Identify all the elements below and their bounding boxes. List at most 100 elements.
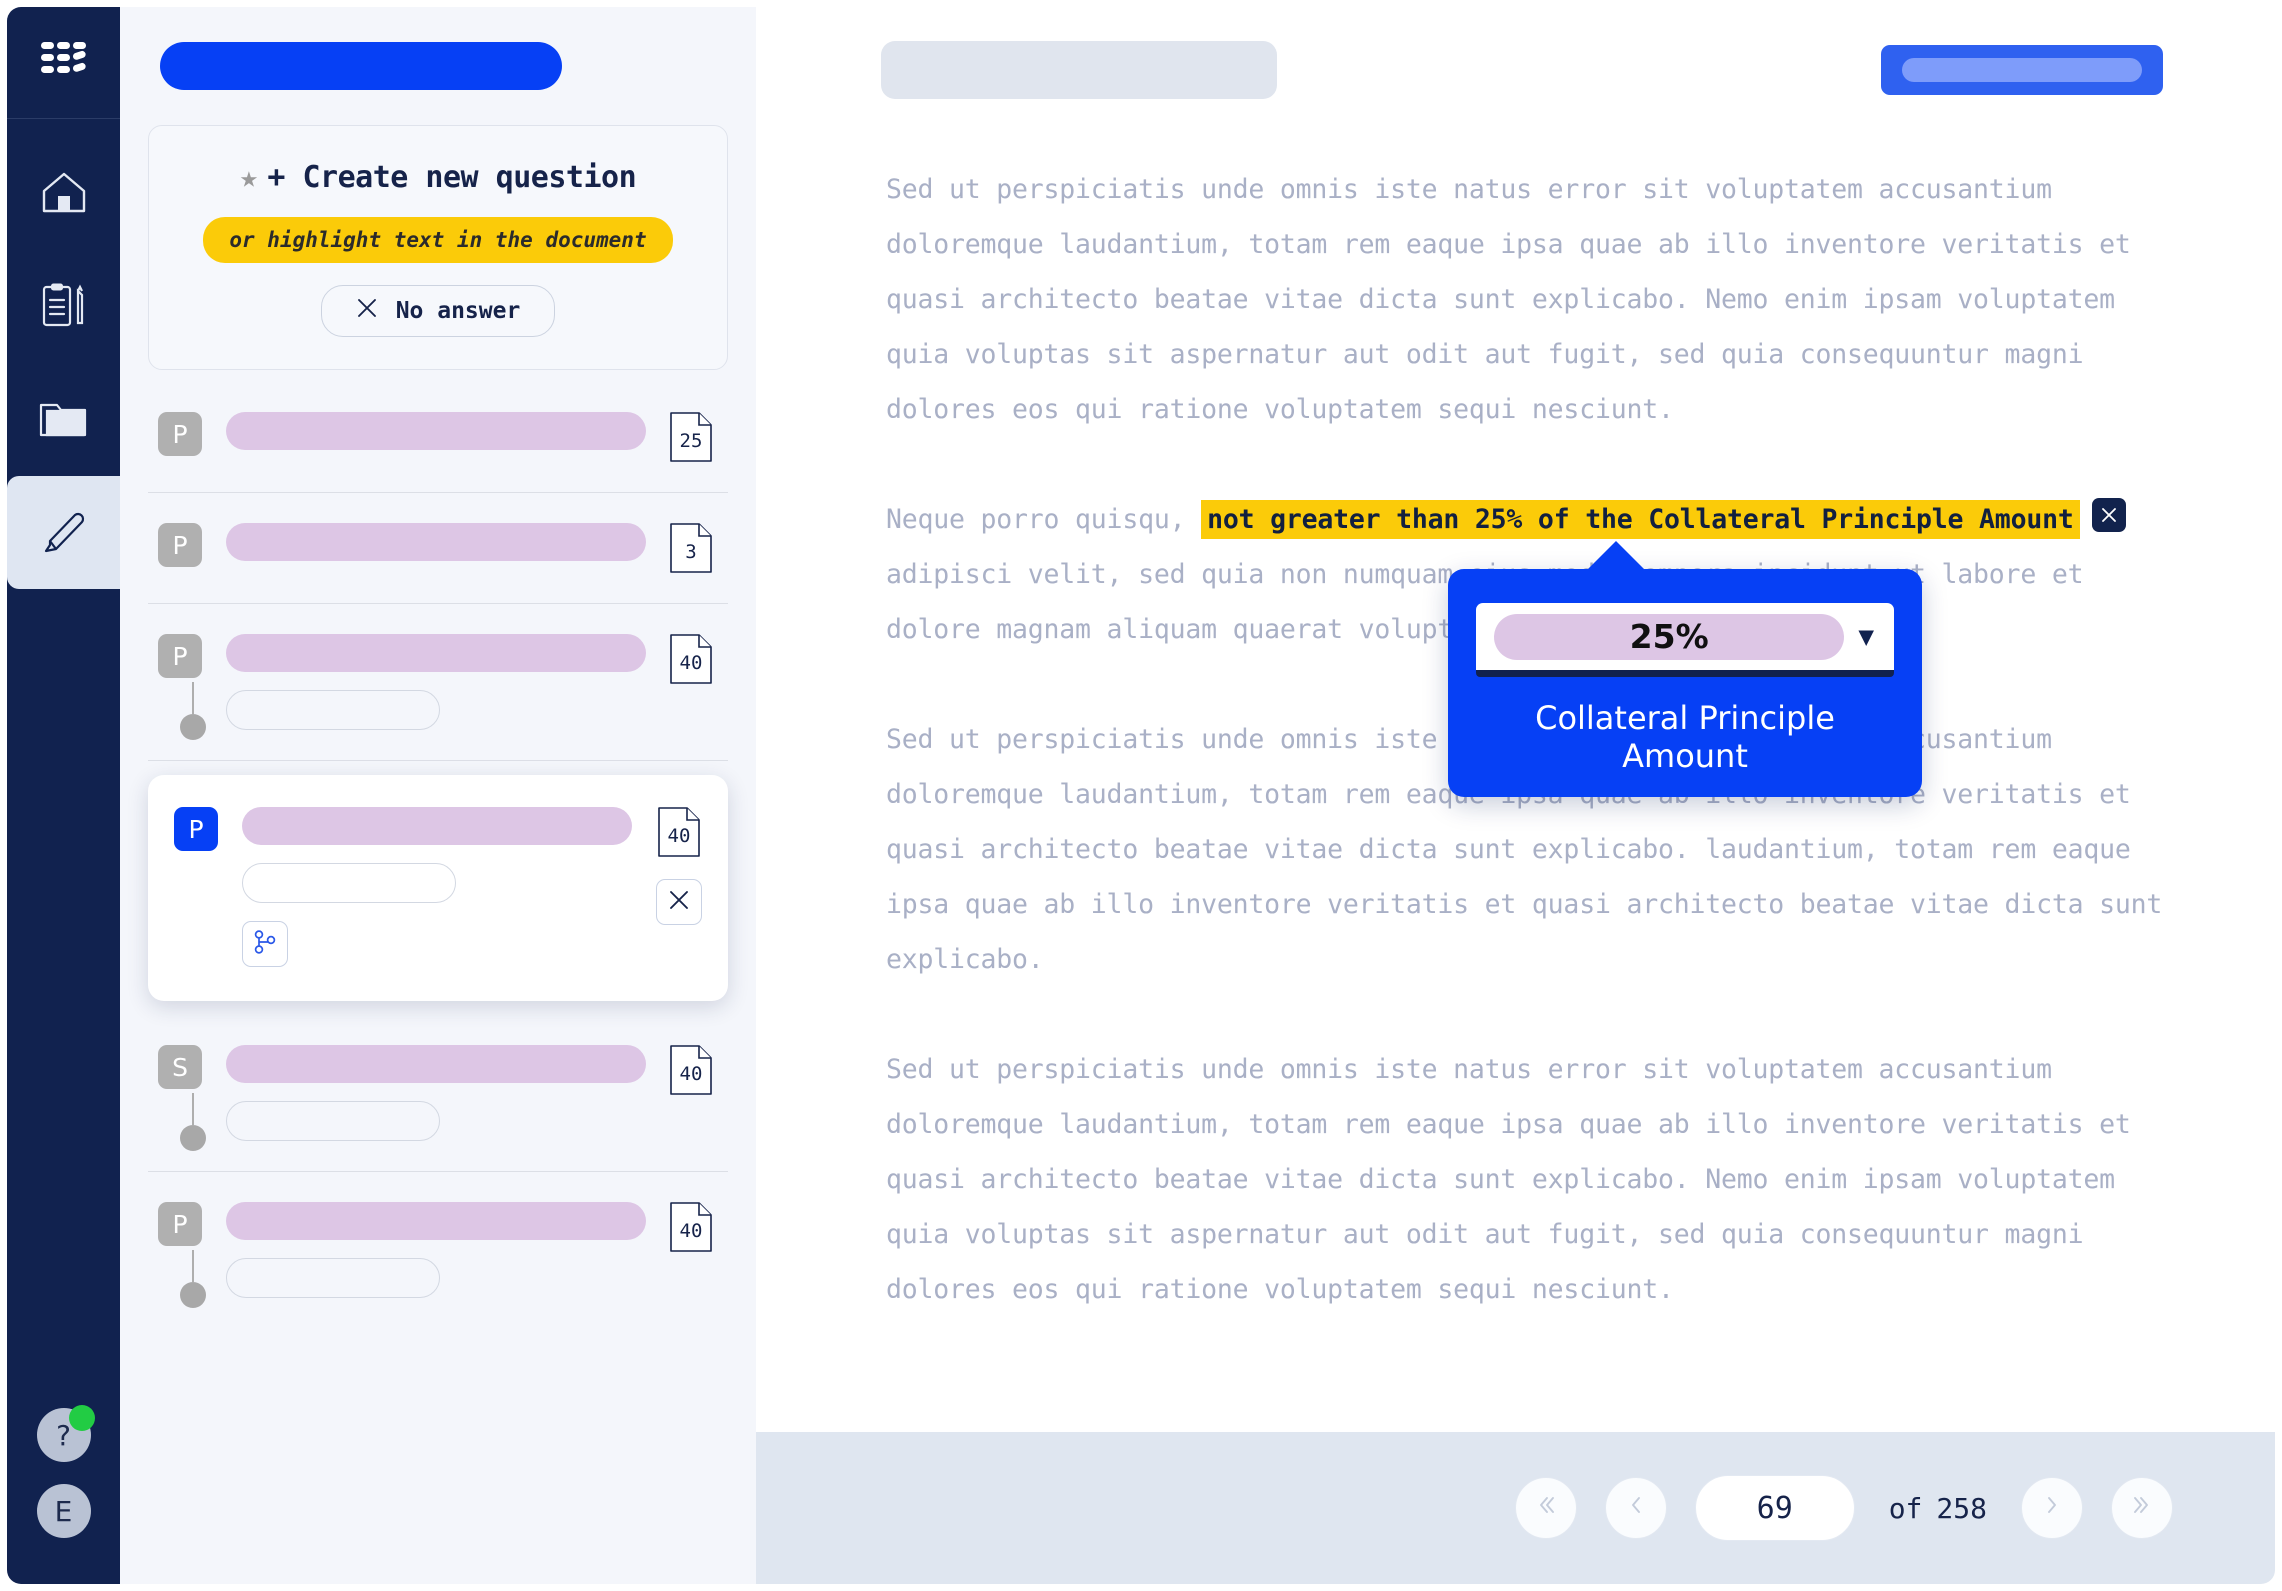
create-question-title: ★ + Create new question [239, 160, 637, 195]
close-icon [356, 297, 378, 325]
answer-field-placeholder[interactable] [226, 690, 440, 730]
question-content [226, 1045, 646, 1141]
page-reference-chip[interactable]: 25 [670, 412, 712, 462]
list-item[interactable]: P 3 [148, 493, 728, 604]
page-reference-chip[interactable]: 40 [658, 807, 700, 857]
question-type-badge: P [158, 412, 202, 456]
help-label: ? [56, 1418, 71, 1452]
tooltip-label: Collateral Principle Amount [1535, 699, 1835, 775]
no-answer-label: No answer [395, 298, 521, 324]
connector-knob [180, 1125, 206, 1151]
highlight-answer-tooltip[interactable]: 25% ▼ Collateral Principle Amount [1448, 541, 1922, 797]
page-reference-chip[interactable]: 40 [670, 634, 712, 684]
avatar[interactable]: E [36, 1484, 91, 1538]
question-text-placeholder [226, 1045, 646, 1083]
connector-knob [180, 714, 206, 740]
remove-highlight-button[interactable] [2091, 498, 2126, 532]
chevron-down-icon[interactable]: ▼ [1858, 622, 1874, 652]
question-content [226, 1202, 646, 1298]
document-paragraph: Sed ut perspiciatis unde omnis iste natu… [886, 174, 2131, 425]
primary-action-button[interactable] [1881, 44, 2163, 95]
online-status-dot [68, 1405, 95, 1431]
pagination-bar: 69 of 258 [756, 1432, 2275, 1584]
answer-field-placeholder[interactable] [226, 1258, 440, 1298]
star-icon: ★ [239, 160, 258, 195]
chevrons-right-icon [2129, 1492, 2155, 1525]
branch-icon [252, 929, 278, 959]
list-item[interactable]: P 25 [148, 382, 728, 493]
paragraph-before-highlight: Neque porro quisqu, [886, 504, 1202, 535]
close-icon [667, 888, 691, 916]
chevrons-left-icon [1533, 1492, 1559, 1525]
page-reference-chip[interactable]: 40 [670, 1045, 712, 1095]
clipboard-pencil-icon [40, 281, 88, 333]
question-content [226, 523, 646, 561]
answer-field-placeholder[interactable] [242, 863, 456, 903]
answer-field-placeholder[interactable] [226, 1101, 440, 1141]
sidebar-item-tasks[interactable] [7, 250, 120, 363]
page-number: 40 [667, 825, 691, 847]
remove-question-button[interactable] [656, 879, 702, 925]
sidebar-title-placeholder[interactable] [160, 42, 562, 90]
answer-value: 25% [1494, 613, 1845, 660]
list-item[interactable]: S 40 [148, 1015, 728, 1172]
create-question-label: + Create new question [267, 160, 637, 195]
page-reference-chip[interactable]: 40 [670, 1202, 712, 1252]
avatar-label: E [54, 1494, 73, 1528]
document-panel: Sed ut perspiciatis unde omnis iste natu… [756, 7, 2275, 1584]
question-text-placeholder [226, 1202, 646, 1240]
left-icon-rail: ? E [7, 7, 120, 1584]
app-window: ? E ★ + Create new question or highlight… [0, 0, 2282, 1591]
help-button[interactable]: ? [36, 1405, 95, 1462]
page-number-input[interactable]: 69 [1694, 1475, 1855, 1541]
apps-grid-logo[interactable] [7, 7, 120, 119]
question-type-badge: P [174, 807, 218, 851]
page-total-label: of 258 [1889, 1492, 1987, 1525]
page-number: 40 [679, 652, 703, 674]
answer-connector [180, 1250, 206, 1308]
no-answer-button[interactable]: No answer [320, 285, 556, 337]
previous-page-button[interactable] [1604, 1477, 1667, 1539]
question-text-placeholder [226, 523, 646, 561]
sidebar-item-documents[interactable] [7, 363, 120, 476]
list-item-selected[interactable]: P 40 [148, 775, 728, 1001]
of-label: of [1888, 1491, 1923, 1525]
last-page-button[interactable] [2111, 1477, 2173, 1539]
question-text-placeholder [242, 807, 632, 845]
answer-connector [180, 1093, 206, 1151]
primary-action-label-placeholder [1902, 57, 2142, 82]
document-title-placeholder [881, 40, 1277, 99]
document-paragraph: Sed ut perspiciatis unde omnis iste natu… [886, 1054, 2131, 1305]
sidebar-item-home[interactable] [7, 137, 120, 250]
chevron-right-icon [2039, 1492, 2065, 1525]
answer-select[interactable]: 25% ▼ [1476, 603, 1894, 677]
chevron-left-icon [1623, 1492, 1649, 1525]
document-header [756, 7, 2275, 132]
question-content [226, 412, 646, 450]
highlight-hint: or highlight text in the document [203, 217, 673, 263]
next-page-button[interactable] [2021, 1477, 2083, 1539]
folder-icon [39, 397, 89, 443]
highlighter-icon [38, 505, 90, 561]
list-item[interactable]: P 40 [148, 604, 728, 761]
document-body: Sed ut perspiciatis unde omnis iste natu… [756, 132, 2275, 1432]
question-type-badge: P [158, 634, 202, 678]
question-type-badge: S [158, 1045, 202, 1089]
question-content [242, 807, 632, 967]
connector-knob [180, 1282, 206, 1308]
sidebar-header [120, 7, 756, 125]
question-type-badge: P [158, 1202, 202, 1246]
connector-line [192, 682, 194, 714]
page-number: 40 [679, 1220, 703, 1242]
rail-nav-items [7, 137, 120, 589]
home-icon [40, 169, 88, 219]
text-highlight[interactable]: not greater than 25% of the Collateral P… [1201, 500, 2080, 539]
create-question-card[interactable]: ★ + Create new question or highlight tex… [148, 125, 728, 370]
page-reference-chip[interactable]: 3 [670, 523, 712, 573]
sidebar-content: ★ + Create new question or highlight tex… [120, 125, 756, 1584]
list-item[interactable]: P 40 [148, 1172, 728, 1328]
branch-button[interactable] [242, 921, 288, 967]
selected-card-actions: 40 [656, 807, 702, 925]
sidebar-item-highlights[interactable] [7, 476, 120, 589]
first-page-button[interactable] [1514, 1477, 1577, 1539]
